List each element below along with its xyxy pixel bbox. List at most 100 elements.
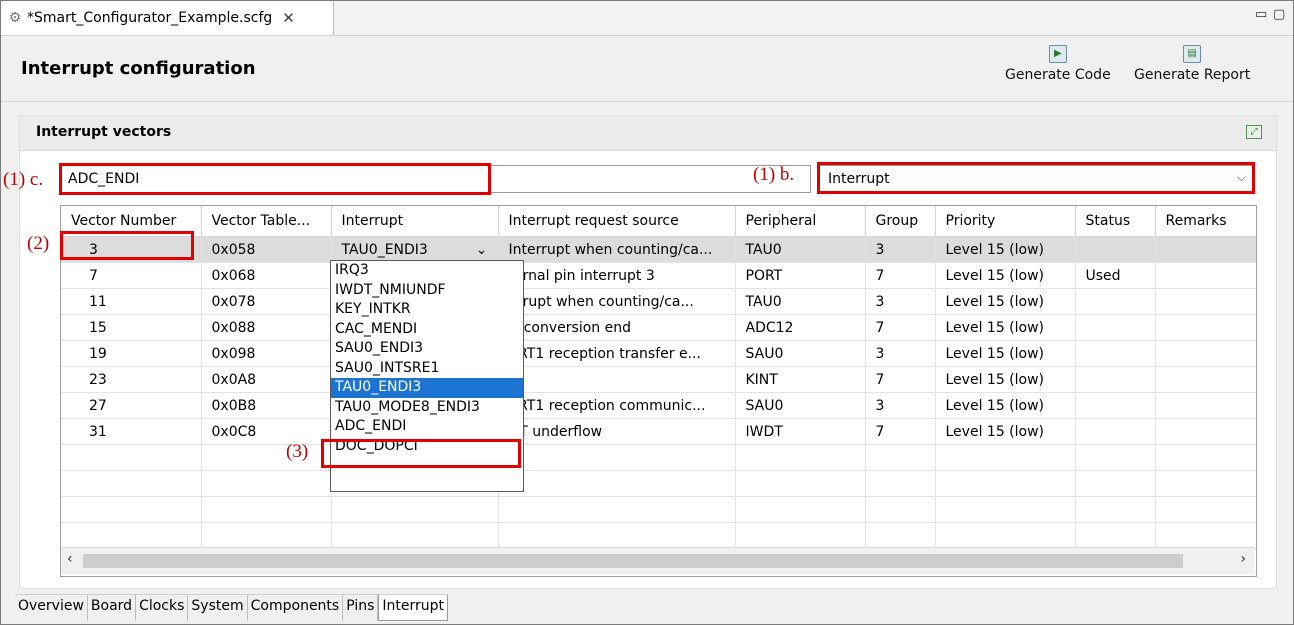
tab-interrupt[interactable]: Interrupt	[378, 595, 449, 621]
page-title: Interrupt configuration	[21, 58, 256, 79]
page-header: Interrupt configuration ▶ Generate Code …	[1, 36, 1293, 102]
section-title: Interrupt vectors	[36, 124, 172, 140]
tab-overview[interactable]: Overview	[15, 595, 88, 621]
cell-vector-number: 31	[61, 418, 202, 445]
minimize-icon[interactable]: ▭	[1255, 7, 1267, 22]
col-remarks[interactable]: Remarks	[1155, 206, 1256, 237]
cell-request-source: ART1 reception transfer e...	[498, 340, 736, 367]
bottom-tab-bar: Overview Board Clocks System Components …	[15, 594, 449, 621]
cell-group: 3	[865, 236, 936, 263]
annotation-3: (3)	[286, 441, 309, 462]
table-row[interactable]: 15 0x088 D conversion end ADC12 7 Level …	[61, 314, 1256, 341]
cell-vector-number: 15	[61, 314, 202, 341]
cell-vector-number: 27	[61, 392, 202, 419]
generate-report-button[interactable]: ▤ Generate Report	[1134, 44, 1250, 83]
cell-priority: Level 15 (low)	[935, 418, 1076, 445]
col-priority[interactable]: Priority	[935, 206, 1076, 237]
cell-vector-number: 23	[61, 366, 202, 393]
maximize-icon[interactable]: ▢	[1273, 7, 1285, 22]
dropdown-item[interactable]: TAU0_MODE8_ENDI3	[331, 398, 523, 418]
col-peripheral[interactable]: Peripheral	[735, 206, 866, 237]
dropdown-item[interactable]: CAC_MENDI	[331, 320, 523, 340]
cell-group: 7	[865, 366, 936, 393]
dropdown-item[interactable]: SAU0_INTSRE1	[331, 359, 523, 379]
cell-remarks	[1155, 340, 1256, 367]
cell-priority: Level 15 (low)	[935, 314, 1076, 341]
cell-remarks	[1155, 366, 1256, 393]
table-row[interactable]: 7 0x068 ternal pin interrupt 3 PORT 7 Le…	[61, 262, 1256, 289]
scroll-right-icon[interactable]: ›	[1240, 551, 1246, 567]
cell-group: 3	[865, 288, 936, 315]
annotation-1b: (1) b.	[753, 164, 795, 185]
highlight-type-select	[817, 162, 1255, 194]
generate-code-button[interactable]: ▶ Generate Code	[1005, 44, 1111, 83]
table-row[interactable]: 11 0x078 errupt when counting/ca... TAU0…	[61, 288, 1256, 315]
cell-group: 7	[865, 314, 936, 341]
close-icon[interactable]: ✕	[282, 9, 295, 27]
cell-priority: Level 15 (low)	[935, 262, 1076, 289]
chevron-down-icon: ⌄	[475, 241, 488, 258]
tab-clocks[interactable]: Clocks	[136, 595, 189, 621]
cell-group: 3	[865, 340, 936, 367]
highlight-filter	[59, 163, 491, 195]
cell-peripheral: KINT	[735, 366, 866, 393]
cell-vector-table: 0x078	[201, 288, 332, 315]
table-row[interactable]: 19 0x098 ART1 reception transfer e... SA…	[61, 340, 1256, 367]
cell-vector-number: 7	[61, 262, 202, 289]
editor-window: ⚙ *Smart_Configurator_Example.scfg ✕ ▭ ▢…	[0, 0, 1294, 625]
table-row[interactable]: 3 0x058 TAU0_ENDI3 ⌄ Interrupt when count…	[61, 236, 1256, 263]
cell-priority: Level 15 (low)	[935, 288, 1076, 315]
cell-vector-table: 0x0B8	[201, 392, 332, 419]
scrollbar-thumb[interactable]	[83, 554, 1183, 568]
tab-pins[interactable]: Pins	[343, 595, 379, 621]
scroll-left-icon[interactable]: ‹	[67, 551, 73, 567]
cell-status	[1075, 418, 1156, 445]
tab-board[interactable]: Board	[87, 595, 137, 621]
table-row	[61, 496, 1256, 523]
tab-components[interactable]: Components	[247, 595, 344, 621]
editor-tab-bar: ⚙ *Smart_Configurator_Example.scfg ✕ ▭ ▢	[1, 1, 1293, 36]
dropdown-item[interactable]: KEY_INTKR	[331, 300, 523, 320]
table-row	[61, 522, 1256, 549]
table-row[interactable]: 23 0x0A8 KINT 7 Level 15 (low)	[61, 366, 1256, 393]
tab-system[interactable]: System	[188, 595, 248, 621]
interrupt-combo[interactable]: TAU0_ENDI3 ⌄	[331, 236, 499, 263]
generate-report-icon: ▤	[1183, 45, 1202, 63]
cell-status	[1075, 392, 1156, 419]
cell-request-source: ternal pin interrupt 3	[498, 262, 736, 289]
cell-vector-table: 0x098	[201, 340, 332, 367]
horizontal-scrollbar[interactable]: ‹ ›	[61, 547, 1254, 574]
gear-icon: ⚙	[8, 10, 22, 26]
col-group[interactable]: Group	[865, 206, 936, 237]
col-request-source[interactable]: Interrupt request source	[498, 206, 736, 237]
cell-status	[1075, 314, 1156, 341]
cell-status	[1075, 340, 1156, 367]
dropdown-item[interactable]: SAU0_ENDI3	[331, 339, 523, 359]
col-interrupt[interactable]: Interrupt	[331, 206, 499, 237]
dropdown-item[interactable]: IRQ3	[331, 261, 523, 281]
cell-vector-table: 0x0C8	[201, 418, 332, 445]
col-vector-table[interactable]: Vector Table...	[201, 206, 332, 237]
annotation-2: (2)	[27, 233, 50, 254]
dropdown-item-selected[interactable]: TAU0_ENDI3	[331, 378, 523, 398]
table-row	[61, 444, 1256, 471]
cell-peripheral: TAU0	[735, 236, 866, 263]
vector-table: Vector Number Vector Table... Interrupt …	[60, 205, 1257, 577]
table-row[interactable]: 27 0x0B8 ART1 reception communic... SAU0…	[61, 392, 1256, 419]
cell-request-source: errupt when counting/ca...	[498, 288, 736, 315]
cell-peripheral: PORT	[735, 262, 866, 289]
dropdown-item[interactable]: IWDT_NMIUNDF	[331, 281, 523, 301]
table-row[interactable]: 31 0x0C8 DT underflow IWDT 7 Level 15 (l…	[61, 418, 1256, 445]
col-status[interactable]: Status	[1075, 206, 1156, 237]
table-header-row: Vector Number Vector Table... Interrupt …	[61, 206, 1256, 237]
editor-tab[interactable]: ⚙ *Smart_Configurator_Example.scfg ✕	[1, 1, 334, 35]
dropdown-item[interactable]: ADC_ENDI	[331, 417, 523, 437]
interrupt-combo-value: TAU0_ENDI3	[341, 241, 428, 258]
expand-icon[interactable]: ⤢	[1246, 125, 1262, 139]
generate-report-label: Generate Report	[1134, 67, 1251, 83]
cell-group: 7	[865, 418, 936, 445]
cell-request-source: Interrupt when counting/ca...	[498, 236, 736, 263]
cell-remarks	[1155, 262, 1256, 289]
cell-request-source: D conversion end	[498, 314, 736, 341]
cell-vector-table: 0x058	[201, 236, 332, 263]
